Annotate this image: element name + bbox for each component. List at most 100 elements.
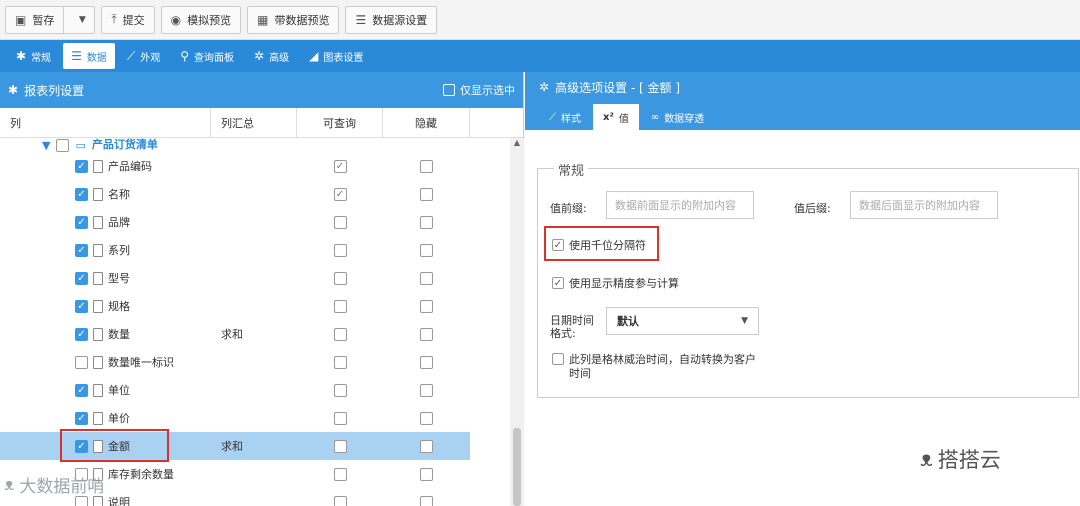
row-checkbox[interactable]: ✓ bbox=[75, 383, 88, 397]
file-icon bbox=[93, 187, 103, 201]
scroll-up-arrow[interactable]: ▲ bbox=[510, 138, 524, 152]
row-checkbox[interactable]: ✓ bbox=[75, 327, 88, 341]
file-icon bbox=[93, 411, 103, 425]
row-checkbox[interactable] bbox=[75, 495, 88, 506]
queryable-checkbox[interactable] bbox=[333, 327, 347, 341]
hidden-checkbox[interactable] bbox=[420, 187, 433, 201]
toolbar: ▣ 暂存 ▼ ⤒ 提交 ◉ 模拟预览 ▦ 带数据预览 ☰ 数据源设置 bbox=[0, 0, 1080, 40]
hidden-checkbox[interactable] bbox=[420, 159, 433, 173]
queryable-checkbox[interactable] bbox=[333, 215, 347, 229]
table-row[interactable]: ✓ 型号 bbox=[0, 264, 470, 292]
only-selected-label: 仅显示选中 bbox=[460, 84, 515, 97]
hidden-checkbox[interactable] bbox=[420, 327, 433, 341]
save-button[interactable]: ▣ 暂存 bbox=[6, 6, 65, 33]
tab-drill-through-label: 数据穿透 bbox=[664, 113, 705, 125]
data-preview-button[interactable]: ▦ 带数据预览 bbox=[247, 5, 340, 34]
scrollbar-thumb[interactable] bbox=[513, 428, 521, 506]
table-row[interactable]: ✓ 单位 bbox=[0, 376, 470, 404]
advanced-options-panel: ✲ 高级选项设置 - [ 金额 ] ⟋ 样式 x² 值 ∞ 数据穿透 常规 值前… bbox=[525, 72, 1080, 506]
queryable-checkbox[interactable] bbox=[333, 299, 347, 313]
group-checkbox[interactable] bbox=[56, 139, 70, 152]
save-dropdown-caret[interactable]: ▼ bbox=[70, 15, 94, 25]
hidden-checkbox[interactable] bbox=[420, 467, 433, 481]
queryable-checkbox[interactable]: ✓ bbox=[333, 187, 347, 201]
suffix-input[interactable]: 数据后面显示的附加内容 bbox=[850, 191, 998, 219]
tab-query-panel[interactable]: ⚲ 查询面板 bbox=[172, 43, 242, 69]
queryable-checkbox[interactable] bbox=[333, 411, 347, 425]
hidden-checkbox[interactable] bbox=[420, 243, 433, 257]
hidden-checkbox[interactable] bbox=[420, 439, 433, 453]
row-hidden-cell bbox=[383, 411, 470, 425]
mock-preview-button[interactable]: ◉ 模拟预览 bbox=[160, 5, 242, 34]
tab-chart-settings-label: 图表设置 bbox=[323, 52, 364, 64]
gmt-checkbox[interactable] bbox=[552, 353, 564, 365]
row-name: 规格 bbox=[108, 300, 130, 313]
row-checkbox[interactable]: ✓ bbox=[75, 187, 88, 201]
row-checkbox[interactable]: ✓ bbox=[75, 215, 88, 229]
row-checkbox[interactable]: ✓ bbox=[75, 299, 88, 313]
vertical-scrollbar[interactable]: ▲ bbox=[510, 138, 524, 506]
table-row[interactable]: ✓ 产品编码 ✓ bbox=[0, 152, 470, 180]
tab-chart-settings[interactable]: ◢ 图表设置 bbox=[301, 43, 371, 69]
gmt-option[interactable]: 此列是格林威治时间，自动转换为客户 时间 bbox=[552, 353, 756, 381]
queryable-checkbox[interactable] bbox=[333, 271, 347, 285]
watermark-right: ᴥ 搭搭云 bbox=[920, 444, 1001, 474]
row-checkbox[interactable] bbox=[75, 355, 88, 369]
row-checkbox[interactable]: ✓ bbox=[75, 159, 88, 173]
only-selected-checkbox[interactable] bbox=[443, 84, 455, 96]
caret-down-icon[interactable]: ▼ bbox=[42, 139, 50, 152]
table-row[interactable]: ✓ 品牌 bbox=[0, 208, 470, 236]
tab-advanced[interactable]: ✲ 高级 bbox=[246, 43, 297, 69]
save-split-button[interactable]: ▣ 暂存 ▼ bbox=[5, 5, 96, 34]
tab-drill-through[interactable]: ∞ 数据穿透 bbox=[641, 104, 714, 130]
row-summary[interactable]: 求和 bbox=[211, 326, 297, 342]
row-checkbox[interactable]: ✓ bbox=[75, 411, 88, 425]
file-icon bbox=[93, 215, 103, 229]
table-row[interactable]: 数量唯一标识 bbox=[0, 348, 470, 376]
hidden-checkbox[interactable] bbox=[420, 299, 433, 313]
row-hidden-cell bbox=[383, 299, 470, 313]
tab-value[interactable]: x² 值 bbox=[593, 104, 639, 130]
datetime-format-select[interactable]: 默认 ▼ bbox=[606, 307, 759, 335]
submit-button[interactable]: ⤒ 提交 bbox=[101, 5, 155, 34]
table-row[interactable]: ✓ 系列 bbox=[0, 236, 470, 264]
queryable-checkbox[interactable] bbox=[333, 383, 347, 397]
row-summary[interactable]: 求和 bbox=[211, 438, 297, 454]
queryable-checkbox[interactable]: ✓ bbox=[333, 159, 347, 173]
queryable-checkbox[interactable] bbox=[333, 243, 347, 257]
row-hidden-cell bbox=[383, 243, 470, 257]
columns-table-header: 列 列汇总 可查询 隐藏 bbox=[0, 108, 523, 138]
queryable-checkbox[interactable] bbox=[333, 495, 347, 506]
table-row[interactable]: ✓ 数量 求和 bbox=[0, 320, 470, 348]
queryable-checkbox[interactable] bbox=[333, 439, 347, 453]
group-row[interactable]: ▼ ▭ 产品订货清单 bbox=[0, 138, 510, 152]
queryable-checkbox[interactable] bbox=[333, 355, 347, 369]
tab-style[interactable]: ⟋ 样式 bbox=[539, 104, 591, 130]
data-preview-label: 带数据预览 bbox=[274, 13, 330, 27]
row-queryable-cell bbox=[297, 243, 383, 257]
hidden-checkbox[interactable] bbox=[420, 215, 433, 229]
row-name: 单位 bbox=[108, 384, 130, 397]
hidden-checkbox[interactable] bbox=[420, 271, 433, 285]
row-checkbox[interactable]: ✓ bbox=[75, 243, 88, 257]
hidden-checkbox[interactable] bbox=[420, 383, 433, 397]
row-queryable-cell bbox=[297, 327, 383, 341]
hidden-checkbox[interactable] bbox=[420, 495, 433, 506]
tab-data[interactable]: ☰ 数据 bbox=[63, 43, 115, 69]
table-row[interactable]: ✓ 规格 bbox=[0, 292, 470, 320]
table-row[interactable]: ✓ 名称 ✓ bbox=[0, 180, 470, 208]
tab-appearance[interactable]: ⟋ 外观 bbox=[119, 43, 168, 69]
prefix-input[interactable]: 数据前面显示的附加内容 bbox=[606, 191, 754, 219]
chevron-down-icon: ▼ bbox=[741, 316, 748, 326]
table-row[interactable]: ✓ 单价 bbox=[0, 404, 470, 432]
datasource-settings-button[interactable]: ☰ 数据源设置 bbox=[345, 5, 438, 34]
precision-calc-checkbox[interactable]: ✓ bbox=[552, 277, 564, 289]
row-queryable-cell bbox=[297, 411, 383, 425]
hidden-checkbox[interactable] bbox=[420, 355, 433, 369]
row-checkbox[interactable]: ✓ bbox=[75, 271, 88, 285]
precision-calc-option[interactable]: ✓ 使用显示精度参与计算 bbox=[552, 275, 679, 291]
tab-general[interactable]: ✱ 常规 bbox=[8, 43, 59, 69]
only-selected-toggle[interactable]: 仅显示选中 bbox=[443, 82, 515, 98]
hidden-checkbox[interactable] bbox=[420, 411, 433, 425]
queryable-checkbox[interactable] bbox=[333, 467, 347, 481]
